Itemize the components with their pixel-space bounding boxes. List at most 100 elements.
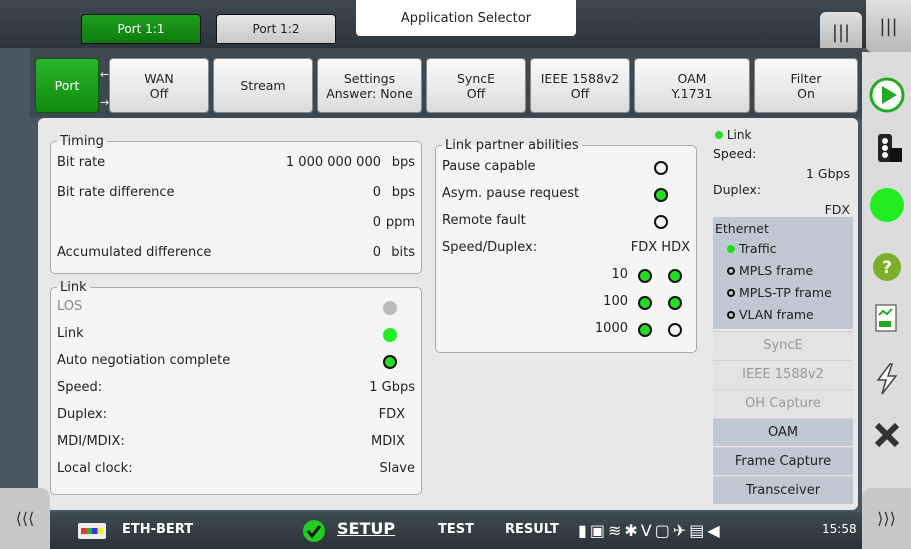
- speed-10-fdx-indicator: [638, 269, 652, 283]
- result-button[interactable]: RESULT: [505, 522, 559, 537]
- speed-100-fdx-indicator: [638, 296, 652, 310]
- expand-left-icon[interactable]: ⟨⟨⟨: [0, 488, 50, 549]
- help-icon[interactable]: ?: [862, 242, 911, 292]
- duplex-label: Duplex:: [57, 407, 107, 422]
- speed-row: Speed: 1 Gbps: [57, 380, 415, 400]
- traffic-status: Traffic: [727, 241, 777, 256]
- status-led-icon[interactable]: [862, 180, 911, 230]
- bit-rate-diff-value: 0: [372, 185, 381, 200]
- tab-label: Port: [54, 78, 80, 93]
- tab-stream[interactable]: Stream: [213, 58, 313, 113]
- oh-capture-button[interactable]: OH Capture: [713, 389, 853, 417]
- wifi-icon: ≋: [607, 521, 625, 540]
- transceiver-button[interactable]: Transceiver: [713, 476, 853, 504]
- ppm-unit: ppm: [385, 215, 415, 230]
- application-selector-button[interactable]: Application Selector: [356, 0, 576, 36]
- ppm-row: 0 ppm: [57, 215, 415, 235]
- tab-label: IEEE 1588v2: [540, 70, 620, 86]
- link-partner-group: Link partner abilities Pause capable Asy…: [435, 138, 697, 353]
- expand-right-icon[interactable]: ⟩⟩⟩: [862, 488, 911, 549]
- mdi-value: MDIX: [371, 434, 405, 449]
- top-bar: Port 1:1 Port 1:2 Application Selector |…: [0, 0, 911, 52]
- tab-wan[interactable]: WAN Off: [109, 58, 209, 113]
- test-button[interactable]: TEST: [438, 522, 474, 537]
- ppm-value: 0: [372, 215, 381, 230]
- link-title: Link: [60, 280, 87, 295]
- right-toolbar: ?: [862, 52, 911, 512]
- auto-negotiation-row: Auto negotiation complete: [57, 353, 415, 373]
- tab-ieee-1588v2[interactable]: IEEE 1588v2 Off: [530, 58, 630, 113]
- bit-rate-label: Bit rate: [57, 155, 106, 170]
- remote-fault-row: Remote fault: [442, 213, 690, 233]
- tab-label: OAM: [677, 70, 707, 86]
- ieee-1588v2-button[interactable]: IEEE 1588v2: [713, 360, 853, 388]
- check-icon: [302, 519, 326, 547]
- pause-capable-indicator: [654, 161, 668, 175]
- status-duplex-value: FDX: [824, 202, 850, 217]
- accumulated-diff-unit: bits: [391, 245, 415, 260]
- vlan-status: VLAN frame: [727, 307, 814, 322]
- v-icon: V: [640, 521, 655, 540]
- mplstp-status: MPLS-TP frame: [727, 285, 832, 300]
- mpls-status: MPLS frame: [727, 263, 813, 278]
- synce-button[interactable]: SyncE: [713, 331, 853, 359]
- tab-synce[interactable]: SyncE Off: [426, 58, 526, 113]
- speed-duplex-row: Speed/Duplex: FDX HDX: [442, 240, 690, 260]
- speed-duplex-header: FDX HDX: [630, 240, 690, 255]
- speed-1000-hdx-indicator: [668, 323, 682, 337]
- setup-button[interactable]: SETUP: [337, 519, 395, 538]
- speed-10-row: 10: [442, 267, 690, 287]
- link-indicator: [383, 328, 397, 342]
- tab-port[interactable]: Port: [35, 58, 99, 113]
- tab-settings[interactable]: Settings Answer: None: [317, 58, 422, 113]
- link-led-icon: [715, 131, 723, 139]
- los-indicator: [383, 301, 397, 315]
- frame-capture-button[interactable]: Frame Capture: [713, 447, 853, 475]
- screen-icon: ▢: [654, 521, 673, 540]
- tab-label: Filter: [790, 70, 822, 86]
- tab-oam[interactable]: OAM Y.1731: [634, 58, 750, 113]
- speed-duplex-label: Speed/Duplex:: [442, 240, 538, 255]
- function-tabs: Port ← → WAN Off Stream Settings Answer:…: [30, 48, 862, 118]
- tab-filter[interactable]: Filter On: [754, 58, 858, 113]
- mdi-label: MDI/MDIX:: [57, 434, 125, 449]
- lightning-icon[interactable]: [862, 354, 911, 404]
- tab-port-1-2[interactable]: Port 1:2: [216, 14, 336, 44]
- tab-sublabel: Y.1731: [671, 85, 713, 101]
- panel-icon[interactable]: |||: [820, 12, 862, 52]
- mdi-row: MDI/MDIX: MDIX: [57, 434, 415, 454]
- auto-negotiation-indicator: [383, 355, 397, 369]
- los-label: LOS: [57, 299, 83, 314]
- speed-1000-fdx-indicator: [638, 323, 652, 337]
- tab-sublabel: On: [797, 85, 815, 101]
- bit-rate-row: Bit rate 1 000 000 000 bps: [57, 155, 415, 175]
- duplex-value: FDX: [378, 407, 405, 422]
- speed-100-label: 100: [603, 294, 628, 309]
- ethernet-section: Ethernet Traffic MPLS frame MPLS-TP fram…: [713, 217, 853, 329]
- status-duplex-label: Duplex:: [713, 182, 762, 197]
- traffic-label: Traffic: [738, 241, 777, 256]
- accumulated-diff-row: Accumulated difference 0 bits: [57, 245, 415, 265]
- status-speed-label: Speed:: [713, 146, 757, 161]
- report-icon[interactable]: [862, 294, 911, 344]
- mpls-led-icon: [727, 267, 735, 275]
- pause-capable-label: Pause capable: [442, 159, 536, 174]
- tab-label: SyncE: [456, 70, 496, 86]
- auto-negotiation-label: Auto negotiation complete: [57, 353, 231, 368]
- mpls-label: MPLS frame: [738, 263, 814, 278]
- speed-100-hdx-indicator: [668, 296, 682, 310]
- speed-100-row: 100: [442, 294, 690, 314]
- panel-icon[interactable]: |||: [866, 0, 911, 52]
- tab-label: WAN: [144, 70, 174, 86]
- svg-text:?: ?: [882, 258, 892, 278]
- los-row: LOS: [57, 299, 415, 319]
- tab-port-1-1[interactable]: Port 1:1: [81, 14, 201, 44]
- traffic-led-icon: [727, 245, 735, 253]
- close-icon[interactable]: [862, 410, 911, 460]
- app-name: ETH-BERT: [122, 522, 194, 537]
- oam-button[interactable]: OAM: [713, 418, 853, 446]
- pause-capable-row: Pause capable: [442, 159, 690, 179]
- traffic-light-icon[interactable]: [862, 124, 911, 174]
- play-icon[interactable]: [862, 70, 911, 120]
- remote-fault-indicator: [654, 215, 668, 229]
